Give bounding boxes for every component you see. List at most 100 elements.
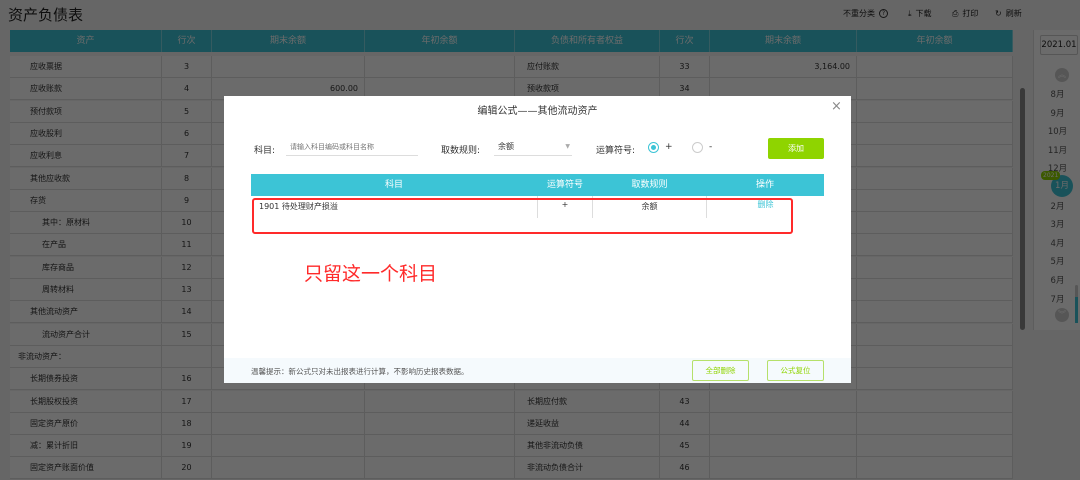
cell-liab-end: [710, 457, 857, 480]
download-button[interactable]: ⤓ 下载: [908, 8, 932, 19]
chevron-down-icon: ▼: [565, 143, 570, 150]
month-item[interactable]: 3月: [1034, 218, 1080, 230]
cell-assets: 其中：原材料: [10, 212, 162, 235]
subject-input[interactable]: [286, 138, 418, 156]
cell-assets: 库存商品: [10, 256, 162, 279]
dialog-title: 编辑公式——其他流动资产: [477, 106, 598, 117]
scroll-up-icon[interactable]: ︽: [1055, 68, 1069, 82]
cell-asset-line: 4: [162, 78, 212, 101]
refresh-button[interactable]: ↻ 刷新: [995, 8, 1022, 19]
cell-liab-end: [710, 390, 857, 413]
cell-asset-end: [212, 457, 365, 480]
cell-liab-begin: [857, 368, 1013, 391]
month-item[interactable]: 5月: [1034, 255, 1080, 267]
cell-assets: 预付款项: [10, 100, 162, 123]
month-item[interactable]: 6月: [1034, 274, 1080, 286]
cell-assets: 长期股权投资: [10, 390, 162, 413]
cell-asset-line: 3: [162, 56, 212, 78]
header-asset-end: 期末余额: [212, 30, 365, 52]
cell-liabilities: 长期应付款: [515, 390, 660, 413]
header-asset-begin: 年初余额: [365, 30, 515, 52]
cell-asset-line: 12: [162, 256, 212, 279]
cell-liab-end: [710, 435, 857, 458]
cell-asset-line: [162, 345, 212, 368]
cell-asset-line: 7: [162, 145, 212, 168]
month-item[interactable]: 7月: [1034, 293, 1080, 305]
cell-asset-line: 16: [162, 368, 212, 391]
cell-liab-begin: [857, 457, 1013, 480]
cell-liab-begin: [857, 390, 1013, 413]
cell-liab-line: 44: [660, 412, 710, 435]
month-item[interactable]: 4月: [1034, 237, 1080, 249]
cell-liab-begin: [857, 345, 1013, 368]
scroll-down-icon[interactable]: ︾: [1055, 308, 1069, 322]
col-subject: 科目: [251, 174, 537, 196]
header-asset-line: 行次: [162, 30, 212, 52]
subject-label: 科目:: [254, 146, 276, 156]
cell-liab-line: 45: [660, 435, 710, 458]
month-item[interactable]: 1月 2021: [1041, 171, 1073, 197]
rule-value: 余额: [498, 142, 514, 151]
cell-liab-begin: [857, 145, 1013, 168]
vertical-scrollbar[interactable]: [1020, 88, 1025, 330]
reclass-label: 不重分类: [843, 9, 875, 18]
cell-asset-begin: [365, 390, 515, 413]
operator-minus-radio[interactable]: [692, 142, 703, 153]
col-operator: 运算符号: [537, 174, 593, 196]
period-sidebar: 2021.01 ︽ ︾ 8月 9月 10月 11月 12月 1月 2021 2月 3月 4月 5月 6…: [1033, 30, 1080, 330]
cell-asset-begin: [365, 435, 515, 458]
header-liabilities: 负债和所有者权益: [515, 30, 660, 52]
cell-liabilities: 应付账款: [515, 56, 660, 78]
cell-asset-line: 8: [162, 167, 212, 190]
rule-select[interactable]: 余额 ▼: [494, 138, 572, 156]
reset-formula-button[interactable]: 公式复位: [767, 360, 824, 381]
operator-label: 运算符号:: [596, 146, 636, 156]
month-item[interactable]: 11月: [1034, 144, 1080, 156]
year-badge: 2021: [1041, 171, 1061, 180]
help-icon[interactable]: ?: [879, 9, 888, 18]
cell-asset-line: 19: [162, 435, 212, 458]
close-icon[interactable]: ×: [831, 99, 842, 114]
edit-formula-dialog: 编辑公式——其他流动资产 × 科目: 取数规则: 余额 ▼ 运算符号: + - 添…: [224, 96, 851, 383]
cell-liab-line: 46: [660, 457, 710, 480]
cell-assets: 长期债券投资: [10, 368, 162, 391]
cell-liab-begin: [857, 189, 1013, 212]
cell-assets: 固定资产账面价值: [10, 457, 162, 480]
cell-asset-line: 11: [162, 234, 212, 257]
cell-asset-line: 6: [162, 122, 212, 145]
cell-assets: 应收票据: [10, 56, 162, 78]
cell-liab-end: [710, 412, 857, 435]
cell-assets: 其他应收款: [10, 167, 162, 190]
month-item[interactable]: 8月: [1034, 88, 1080, 100]
cell-asset-line: 17: [162, 390, 212, 413]
print-button[interactable]: ⎙ 打印: [952, 8, 978, 19]
cell-liab-begin: [857, 256, 1013, 279]
cell-asset-line: 13: [162, 279, 212, 301]
month-item[interactable]: 2月: [1034, 200, 1080, 212]
reclass-toggle[interactable]: 不重分类?: [843, 8, 888, 19]
add-button[interactable]: 添加: [768, 138, 824, 159]
month-label: 1月: [1055, 181, 1069, 191]
month-item[interactable]: 10月: [1034, 125, 1080, 137]
cell-assets: 应收利息: [10, 145, 162, 168]
cell-asset-line: 15: [162, 323, 212, 346]
cell-assets: 非流动资产：: [10, 345, 162, 368]
operator-plus-radio[interactable]: [648, 142, 659, 153]
cell-liab-begin: [857, 412, 1013, 435]
cell-liab-begin: [857, 78, 1013, 101]
refresh-icon: ↻: [995, 9, 1002, 18]
cell-liab-begin: [857, 212, 1013, 235]
cell-liab-begin: [857, 234, 1013, 257]
period-box[interactable]: 2021.01: [1040, 35, 1078, 55]
cell-liab-begin: [857, 279, 1013, 301]
cell-liab-begin: [857, 100, 1013, 123]
delete-all-button[interactable]: 全部删除: [692, 360, 749, 381]
month-item[interactable]: 9月: [1034, 107, 1080, 119]
dialog-footer: 温馨提示：新公式只对未出报表进行计算，不影响历史报表数据。 全部删除 公式复位: [224, 358, 851, 383]
cell-assets: 减：累计折旧: [10, 435, 162, 458]
cell-liab-begin: [857, 56, 1013, 78]
annotation-text: 只留这一个科目: [304, 263, 438, 285]
cell-liab-begin: [857, 435, 1013, 458]
refresh-label: 刷新: [1005, 9, 1022, 18]
cell-liab-begin: [857, 323, 1013, 346]
